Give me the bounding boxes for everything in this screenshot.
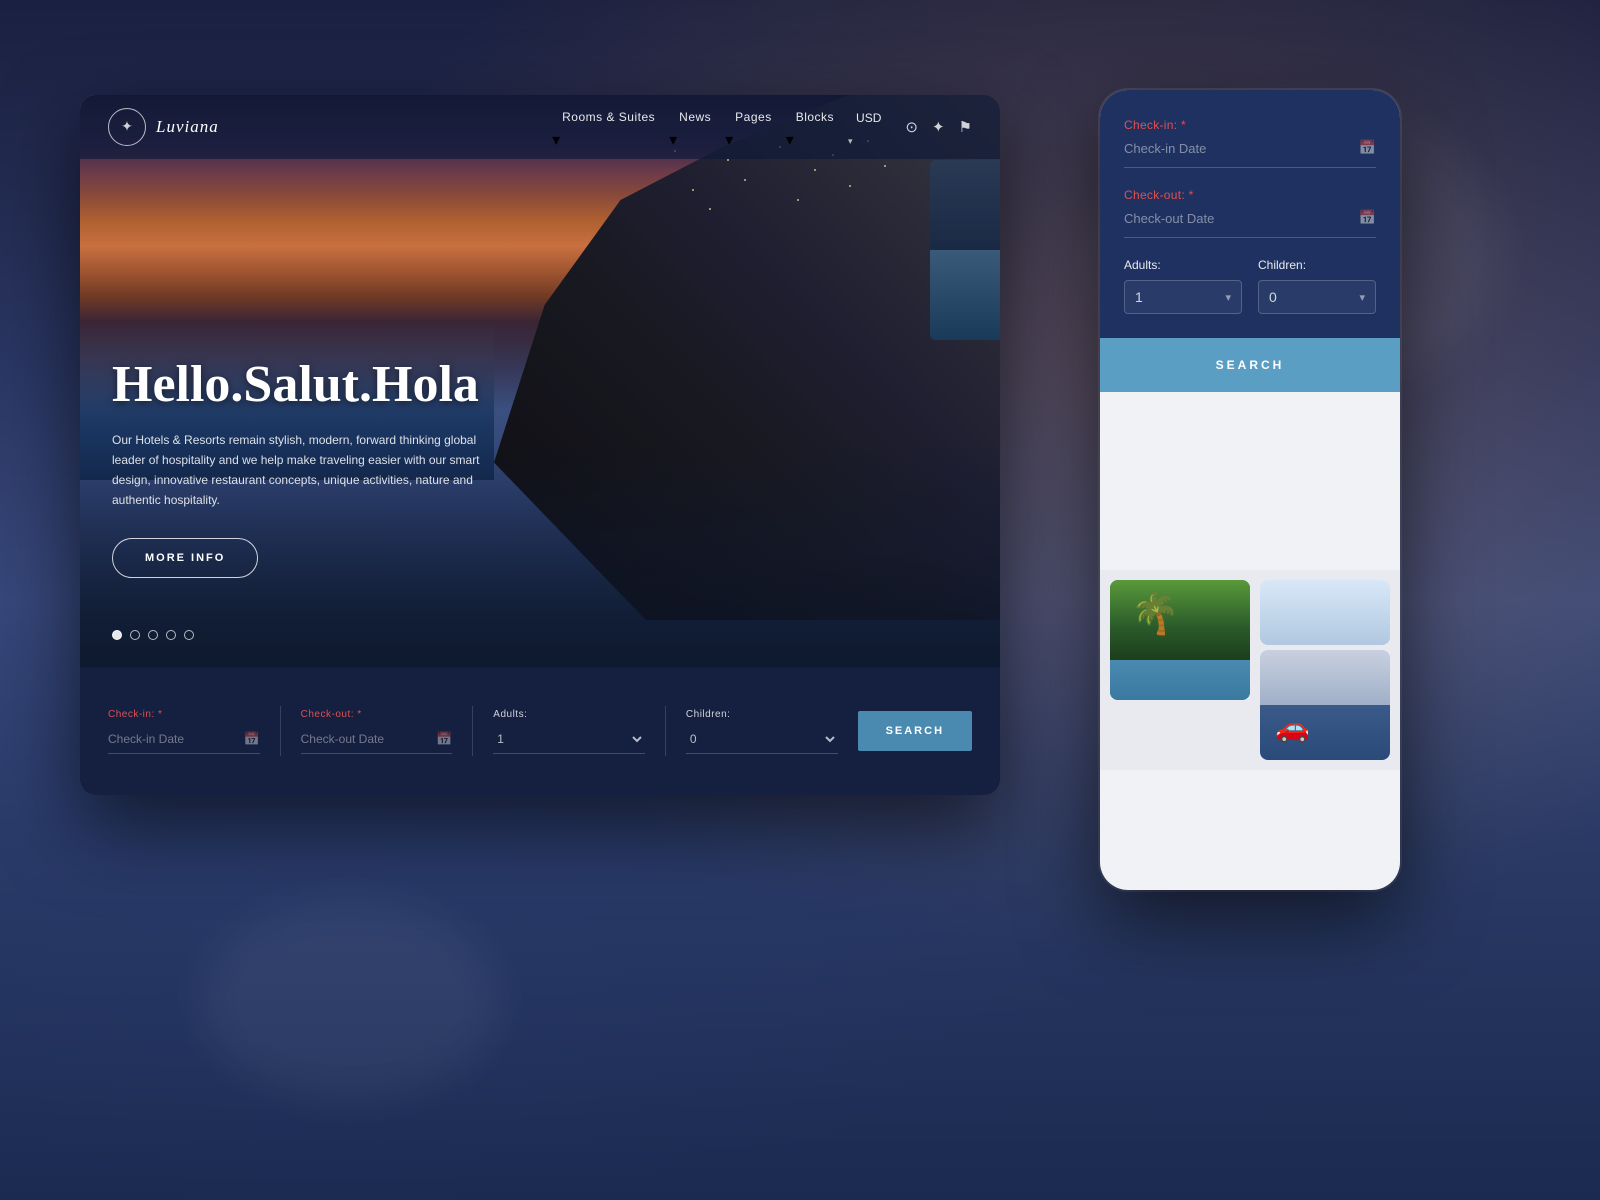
mobile-children-col: Children: 0 ▾ bbox=[1258, 258, 1376, 314]
search-button[interactable]: SEARCH bbox=[858, 711, 972, 751]
checkin-field: Check-in: * Check-in Date 📅 bbox=[108, 709, 260, 754]
gallery-image-exterior bbox=[1260, 580, 1390, 645]
nav-link-pages[interactable]: Pages bbox=[725, 104, 782, 130]
carousel-dot-1[interactable] bbox=[112, 630, 122, 640]
cliff-lights bbox=[604, 130, 954, 326]
desktop-mockup: ✦ Luviana Rooms & Suites ▾ News ▾ Pages … bbox=[80, 95, 1000, 795]
checkout-placeholder: Check-out Date bbox=[301, 732, 384, 746]
mobile-search-button[interactable]: SEARCH bbox=[1100, 338, 1400, 392]
nav-link-rooms[interactable]: Rooms & Suites bbox=[552, 104, 665, 130]
bg-shape-2 bbox=[200, 900, 500, 1100]
mobile-adults-col: Adults: 1 ▾ bbox=[1124, 258, 1242, 314]
nav-logo: ✦ Luviana bbox=[108, 108, 219, 146]
chevron-icon-news: ▾ bbox=[669, 132, 677, 149]
mobile-adults-label: Adults: bbox=[1124, 258, 1242, 272]
checkout-required: * bbox=[357, 709, 361, 720]
children-select[interactable]: 0 1 2 3 bbox=[686, 725, 838, 754]
mobile-calendar-icon-checkin: 📅 bbox=[1359, 140, 1376, 157]
mobile-gallery bbox=[1100, 570, 1400, 770]
chevron-icon-currency: ▾ bbox=[848, 136, 853, 146]
carousel-dot-2[interactable] bbox=[130, 630, 140, 640]
instagram-icon[interactable]: ⊙ bbox=[905, 118, 918, 137]
chevron-down-icon-adults: ▾ bbox=[1225, 291, 1231, 304]
mobile-guests-row: Adults: 1 ▾ Children: 0 ▾ bbox=[1124, 258, 1376, 338]
nav-item-news[interactable]: News ▾ bbox=[669, 104, 721, 150]
children-field: Children: 0 1 2 3 bbox=[686, 709, 838, 754]
carousel-dot-5[interactable] bbox=[184, 630, 194, 640]
carousel-dot-4[interactable] bbox=[166, 630, 176, 640]
field-divider-1 bbox=[280, 706, 281, 756]
carousel-dot-3[interactable] bbox=[148, 630, 158, 640]
mobile-children-label: Children: bbox=[1258, 258, 1376, 272]
mobile-adults-select[interactable]: 1 ▾ bbox=[1124, 280, 1242, 314]
nav-item-currency[interactable]: USD ▾ bbox=[848, 105, 889, 149]
hero-subtitle: Our Hotels & Resorts remain stylish, mod… bbox=[112, 431, 482, 510]
hero-content: Hello.Salut.Hola Our Hotels & Resorts re… bbox=[112, 356, 482, 578]
brand-name: Luviana bbox=[156, 117, 219, 137]
mobile-children-select[interactable]: 0 ▾ bbox=[1258, 280, 1376, 314]
mobile-children-value: 0 bbox=[1269, 289, 1359, 305]
mobile-adults-value: 1 bbox=[1135, 289, 1225, 305]
hero-title: Hello.Salut.Hola bbox=[112, 356, 482, 413]
calendar-icon-checkout: 📅 bbox=[436, 731, 452, 747]
mobile-checkin-placeholder: Check-in Date bbox=[1124, 141, 1359, 156]
mobile-checkin-field: Check-in: * Check-in Date 📅 bbox=[1124, 118, 1376, 168]
checkin-input-wrapper[interactable]: Check-in Date 📅 bbox=[108, 725, 260, 754]
nav-links: Rooms & Suites ▾ News ▾ Pages ▾ Blocks ▾… bbox=[552, 104, 889, 150]
mobile-calendar-icon-checkout: 📅 bbox=[1359, 210, 1376, 227]
adults-label: Adults: bbox=[493, 709, 645, 720]
chevron-icon-pages: ▾ bbox=[725, 132, 733, 149]
currency-selector[interactable]: USD bbox=[848, 105, 889, 131]
children-label: Children: bbox=[686, 709, 838, 720]
nav-link-news[interactable]: News bbox=[669, 104, 721, 130]
mobile-checkin-label: Check-in: * bbox=[1124, 118, 1376, 132]
gallery-image-car bbox=[1260, 650, 1390, 760]
nav-item-pages[interactable]: Pages ▾ bbox=[725, 104, 782, 150]
chevron-icon-rooms: ▾ bbox=[552, 132, 560, 149]
gallery-image-pool bbox=[1110, 580, 1250, 700]
checkout-field: Check-out: * Check-out Date 📅 bbox=[301, 709, 453, 754]
field-divider-2 bbox=[472, 706, 473, 756]
mobile-checkout-input[interactable]: Check-out Date 📅 bbox=[1124, 210, 1376, 238]
nav-item-blocks[interactable]: Blocks ▾ bbox=[786, 104, 844, 150]
foursquare-icon[interactable]: ⚑ bbox=[959, 118, 972, 137]
mobile-booking-panel: Check-in: * Check-in Date 📅 Check-out: *… bbox=[1100, 90, 1400, 392]
carousel-dots bbox=[112, 630, 194, 640]
nav-item-rooms[interactable]: Rooms & Suites ▾ bbox=[552, 104, 665, 150]
nav-social-icons: ⊙ ✦ ⚑ bbox=[905, 118, 972, 137]
mobile-mockup: Check-in: * Check-in Date 📅 Check-out: *… bbox=[1100, 90, 1400, 890]
checkin-required: * bbox=[158, 709, 162, 720]
more-info-button[interactable]: MORE INFO bbox=[112, 538, 258, 578]
mobile-checkout-field: Check-out: * Check-out Date 📅 bbox=[1124, 188, 1376, 238]
chevron-icon-blocks: ▾ bbox=[786, 132, 794, 149]
tripadvisor-icon[interactable]: ✦ bbox=[932, 118, 945, 137]
field-divider-3 bbox=[665, 706, 666, 756]
hero-side-preview bbox=[930, 160, 1000, 340]
calendar-icon-checkin: 📅 bbox=[243, 731, 259, 747]
chevron-down-icon-children: ▾ bbox=[1359, 291, 1365, 304]
mobile-checkin-required: * bbox=[1181, 118, 1186, 132]
mobile-checkout-placeholder: Check-out Date bbox=[1124, 211, 1359, 226]
checkin-label: Check-in: * bbox=[108, 709, 260, 720]
nav-link-blocks[interactable]: Blocks bbox=[786, 104, 844, 130]
mobile-checkin-input[interactable]: Check-in Date 📅 bbox=[1124, 140, 1376, 168]
adults-select[interactable]: 1 2 3 4 bbox=[493, 725, 645, 754]
logo-icon: ✦ bbox=[108, 108, 146, 146]
checkout-label: Check-out: * bbox=[301, 709, 453, 720]
booking-bar: Check-in: * Check-in Date 📅 Check-out: *… bbox=[80, 667, 1000, 795]
adults-field: Adults: 1 2 3 4 bbox=[493, 709, 645, 754]
mobile-checkout-label: Check-out: * bbox=[1124, 188, 1376, 202]
mobile-checkout-required: * bbox=[1189, 188, 1194, 202]
checkin-placeholder: Check-in Date bbox=[108, 732, 184, 746]
checkout-input-wrapper[interactable]: Check-out Date 📅 bbox=[301, 725, 453, 754]
navbar: ✦ Luviana Rooms & Suites ▾ News ▾ Pages … bbox=[80, 95, 1000, 159]
